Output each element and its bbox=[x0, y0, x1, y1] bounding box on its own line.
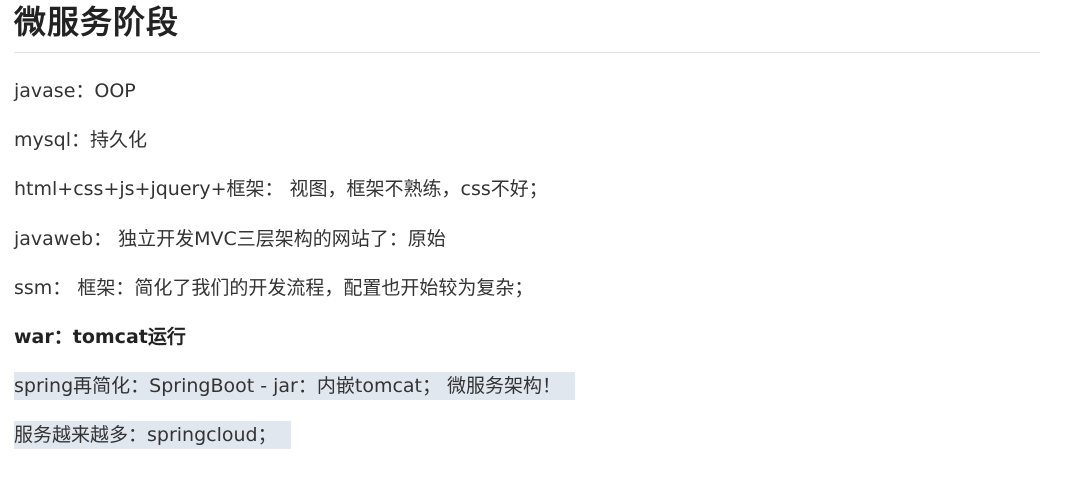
paragraph-war-tomcat: war：tomcat运行 bbox=[14, 326, 186, 348]
section-heading: 微服务阶段 bbox=[14, 3, 180, 41]
paragraph-springboot-highlighted: spring再简化：SpringBoot - jar：内嵌tomcat； 微服务… bbox=[14, 372, 576, 400]
paragraph-javase: javase：OOP bbox=[14, 80, 136, 102]
paragraph-frontend: html+css+js+jquery+框架： 视图，框架不熟练，css不好； bbox=[14, 178, 548, 200]
heading-divider bbox=[14, 52, 1040, 53]
document: 微服务阶段 javase：OOP mysql：持久化 html+css+js+j… bbox=[0, 0, 1081, 494]
paragraph-javaweb: javaweb： 独立开发MVC三层架构的网站了：原始 bbox=[14, 228, 446, 250]
paragraph-ssm: ssm： 框架：简化了我们的开发流程，配置也开始较为复杂； bbox=[14, 277, 534, 299]
paragraph-mysql: mysql：持久化 bbox=[14, 129, 147, 151]
paragraph-springcloud-highlighted: 服务越来越多：springcloud； bbox=[14, 421, 291, 449]
